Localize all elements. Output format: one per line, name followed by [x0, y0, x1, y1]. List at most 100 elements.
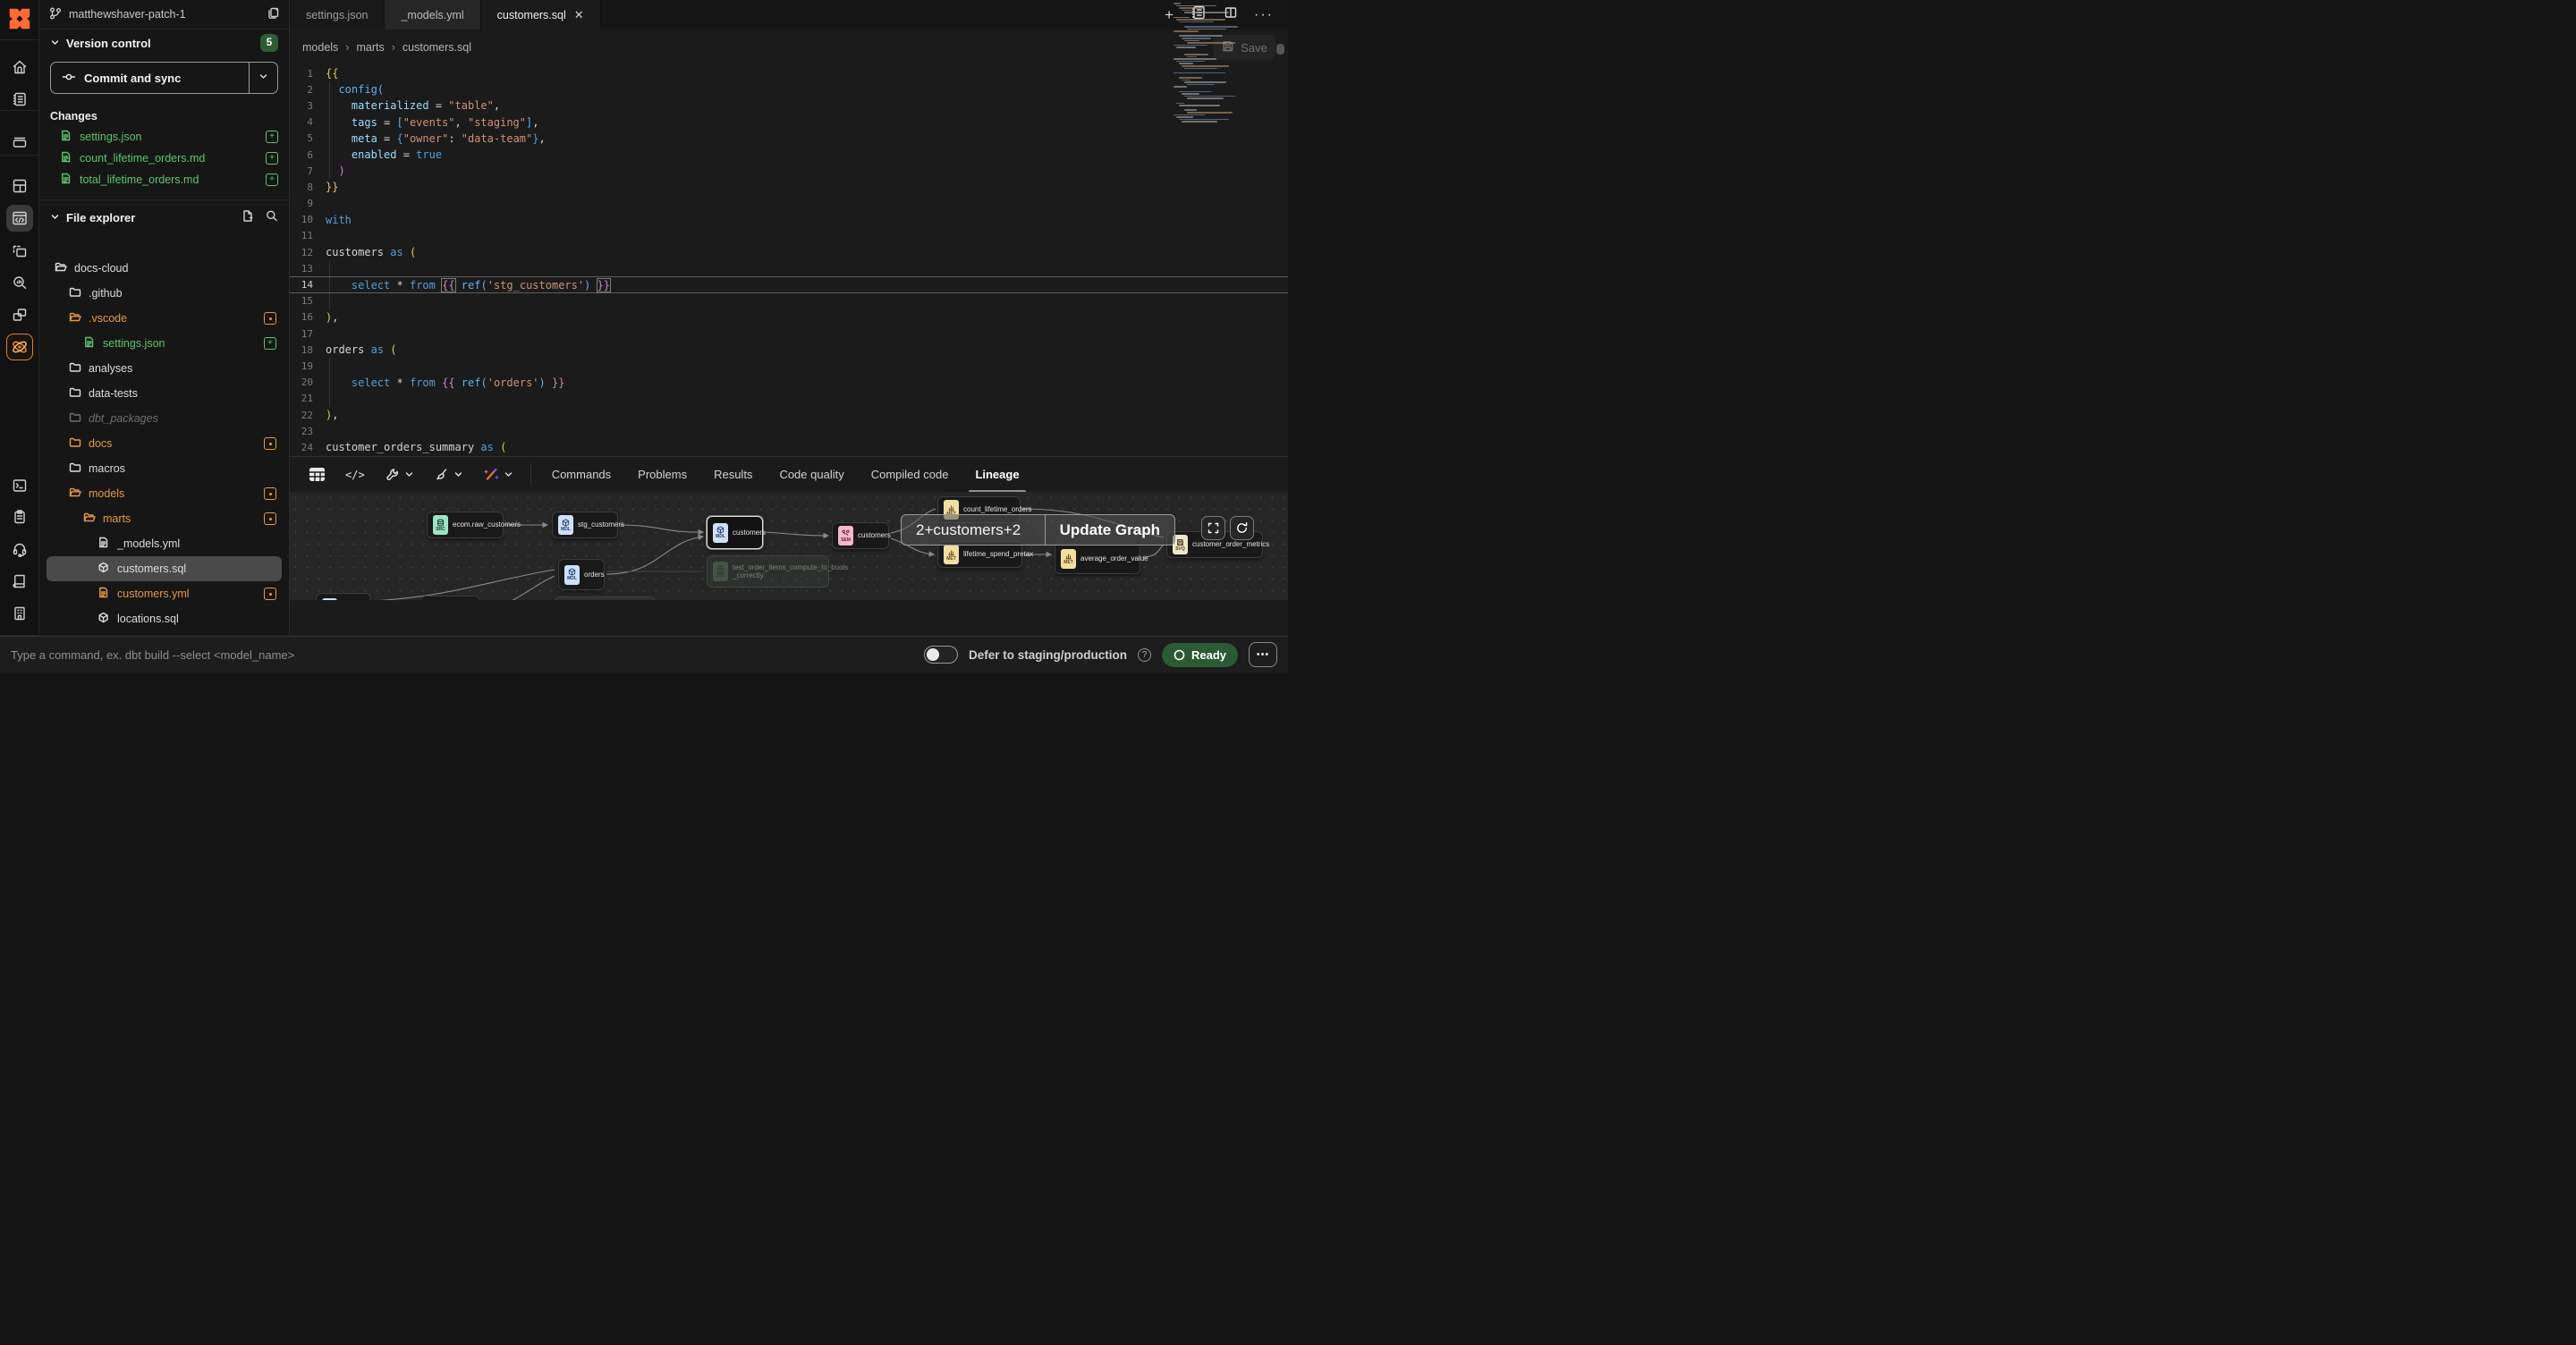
code-line-3[interactable]: 3 materialized = "table",	[290, 97, 1288, 114]
breadcrumb-item[interactable]: customers.sql	[402, 41, 471, 54]
code-line-16[interactable]: 16),	[290, 309, 1288, 326]
lineage-node-orders[interactable]: MDL orders	[558, 559, 605, 590]
help-icon[interactable]: ?	[1138, 648, 1151, 662]
code-line-6[interactable]: 6 enabled = true	[290, 147, 1288, 163]
code-line-20[interactable]: 20 select * from {{ ref('orders') }}	[290, 375, 1288, 391]
panel-tab-Compiled code[interactable]: Compiled code	[858, 457, 962, 493]
tree-item-docs[interactable]: docs	[47, 431, 282, 456]
inbox-icon[interactable]	[6, 128, 33, 155]
tree-item-marts[interactable]: marts	[47, 506, 282, 531]
breadcrumb[interactable]: models›marts›customers.sql	[302, 41, 471, 54]
tree-item-docs-cloud[interactable]: docs-cloud	[47, 256, 282, 281]
panel-tab-Results[interactable]: Results	[700, 457, 766, 493]
atom-icon[interactable]	[6, 334, 33, 360]
lineage-node-customers_mdl[interactable]: MDL customers	[707, 516, 763, 549]
lineage-node-average_order_value[interactable]: MET average_order_value	[1055, 543, 1140, 574]
lineage-node-raw_customers[interactable]: SRC ecom.raw_customers	[427, 512, 504, 538]
stage-plus-icon[interactable]: +	[266, 152, 278, 165]
code-line-15[interactable]: 15	[290, 293, 1288, 309]
tree-item-customers.yml[interactable]: customers.yml	[47, 581, 282, 606]
lineage-query-input[interactable]: 2+customers+2	[902, 515, 1045, 545]
tree-item-analyses[interactable]: analyses	[47, 356, 282, 381]
code-line-8[interactable]: 8}}	[290, 179, 1288, 195]
code-line-14[interactable]: 14 select * from {{ ref('stg_customers')…	[290, 276, 1288, 292]
fullscreen-icon[interactable]	[1201, 516, 1225, 540]
editor-tab-settings.json[interactable]: settings.json	[290, 0, 385, 30]
tree-item-macros[interactable]: macros	[47, 456, 282, 481]
tree-item-_models.yml[interactable]: _models.yml	[47, 531, 282, 556]
change-item[interactable]: total_lifetime_orders.md +	[39, 169, 289, 190]
copy-icon[interactable]	[267, 6, 280, 22]
select-region-icon[interactable]	[6, 238, 33, 265]
dbt-logo[interactable]	[6, 5, 33, 32]
commit-and-sync-main[interactable]: Commit and sync	[51, 63, 249, 93]
tree-item-.github[interactable]: .github	[47, 281, 282, 306]
code-line-4[interactable]: 4 tags = ["events", "staging"],	[290, 114, 1288, 131]
change-item[interactable]: settings.json +	[39, 126, 289, 148]
building-icon[interactable]	[6, 600, 33, 627]
panel-tab-Commands[interactable]: Commands	[538, 457, 624, 493]
dashboard-icon[interactable]	[6, 173, 33, 199]
ai-assist-icon[interactable]	[473, 467, 523, 482]
lineage-node-stg_orders[interactable]: MDL stg_orders	[316, 593, 371, 600]
tree-item-customers.sql[interactable]: customers.sql	[47, 556, 282, 581]
build-tools-icon[interactable]	[375, 467, 424, 482]
clipboard-icon[interactable]	[6, 503, 33, 530]
tree-item-models[interactable]: models	[47, 481, 282, 506]
code-line-10[interactable]: 10with	[290, 212, 1288, 228]
code-line-11[interactable]: 11	[290, 228, 1288, 244]
lineage-node-test_supply_costs[interactable]: TST test_supply_costs_sum_correctly	[555, 596, 656, 600]
lineage-node-test_order_items[interactable]: TST test_order_items_compute_to_bools _c…	[707, 555, 829, 588]
change-item[interactable]: count_lifetime_orders.md +	[39, 148, 289, 169]
panel-tab-Problems[interactable]: Problems	[624, 457, 700, 493]
command-input[interactable]: Type a command, ex. dbt build --select <…	[11, 648, 913, 662]
new-tab-icon[interactable]: +	[1165, 6, 1174, 24]
breadcrumb-item[interactable]: marts	[356, 41, 384, 54]
breadcrumb-item[interactable]: models	[302, 41, 338, 54]
tree-item-settings.json[interactable]: settings.json+	[47, 331, 282, 356]
code-icon[interactable]: </>	[335, 469, 375, 481]
stage-plus-icon[interactable]: +	[266, 131, 278, 143]
lineage-canvas[interactable]: SRC ecom.raw_customers MDL stg_customers M…	[290, 492, 1288, 600]
file-explorer-header[interactable]: File explorer	[39, 204, 289, 231]
code-editor-icon[interactable]	[6, 205, 33, 232]
code-line-17[interactable]: 17	[290, 326, 1288, 342]
file-search-icon[interactable]	[265, 209, 278, 225]
commit-options-caret[interactable]	[249, 63, 277, 93]
code-line-22[interactable]: 22),	[290, 407, 1288, 423]
editor-tab-_models.yml[interactable]: _models.yml	[385, 0, 480, 30]
code-line-24[interactable]: 24customer_orders_summary as (	[290, 439, 1288, 455]
code-line-23[interactable]: 23	[290, 423, 1288, 439]
book-icon[interactable]	[6, 568, 33, 595]
tree-item-.vscode[interactable]: .vscode	[47, 306, 282, 331]
update-graph-button[interactable]: Update Graph	[1045, 515, 1174, 545]
new-file-icon[interactable]	[241, 209, 254, 225]
windows-icon[interactable]	[6, 301, 33, 328]
results-table-icon[interactable]	[299, 467, 335, 482]
code-line-2[interactable]: 2 config(	[290, 81, 1288, 97]
tree-item-data-tests[interactable]: data-tests	[47, 381, 282, 406]
code-line-19[interactable]: 19	[290, 358, 1288, 374]
editor-tab-customers.sql[interactable]: customers.sql✕	[481, 0, 601, 30]
status-badge[interactable]: Ready	[1162, 643, 1238, 667]
stage-plus-icon[interactable]: +	[266, 173, 278, 186]
code-line-5[interactable]: 5 meta = {"owner": "data-team"},	[290, 131, 1288, 147]
code-editor[interactable]: 1{{2 config(3 materialized = "table",4 t…	[290, 65, 1288, 456]
refresh-icon[interactable]	[1230, 516, 1254, 540]
code-line-12[interactable]: 12customers as (	[290, 244, 1288, 260]
code-line-21[interactable]: 21	[290, 391, 1288, 407]
home-icon[interactable]	[6, 54, 33, 80]
lineage-node-customers_sem[interactable]: SEM customers	[832, 522, 889, 549]
code-line-13[interactable]: 13	[290, 260, 1288, 276]
version-control-header[interactable]: Version control 5	[39, 30, 289, 56]
minimap[interactable]	[1174, 3, 1233, 123]
lineage-node-order_items[interactable]: MDL order_items	[420, 596, 480, 600]
tree-item-locations.sql[interactable]: locations.sql	[47, 606, 282, 631]
cleanup-icon[interactable]	[424, 467, 473, 482]
code-line-1[interactable]: 1{{	[290, 65, 1288, 81]
code-line-7[interactable]: 7 )	[290, 163, 1288, 179]
query-analysis-icon[interactable]	[6, 269, 33, 296]
panel-tab-Lineage[interactable]: Lineage	[962, 457, 1032, 493]
lineage-node-stg_customers[interactable]: MDL stg_customers	[552, 512, 618, 538]
panel-tab-Code quality[interactable]: Code quality	[766, 457, 857, 493]
